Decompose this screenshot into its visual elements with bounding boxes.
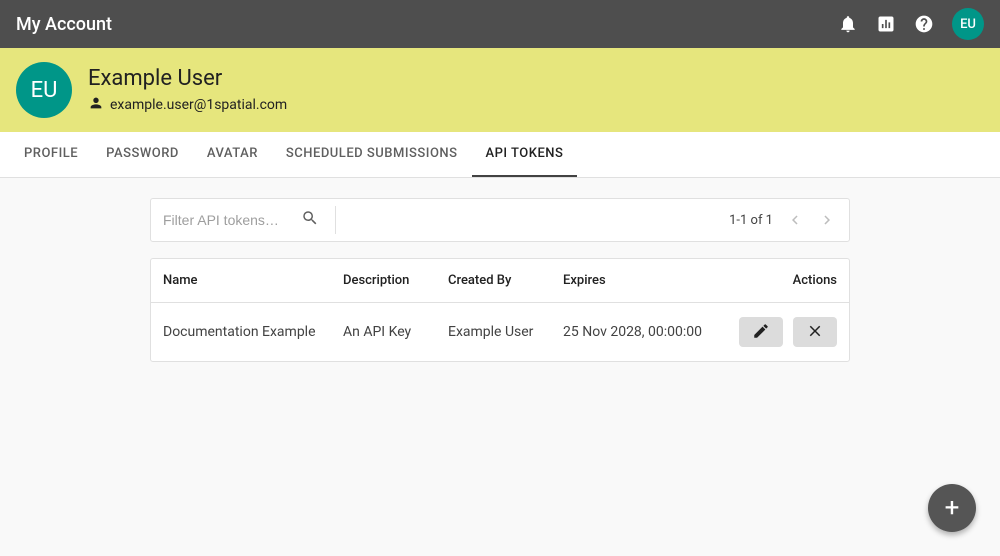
- pagination-text: 1-1 of 1: [729, 213, 773, 228]
- next-page-button[interactable]: [817, 210, 837, 230]
- add-token-fab[interactable]: +: [928, 484, 976, 532]
- tab-avatar[interactable]: Avatar: [193, 132, 272, 177]
- user-info: Example User example.user@1spatial.com: [88, 66, 287, 115]
- table-header: Name Description Created By Expires Acti…: [151, 259, 849, 303]
- tab-password[interactable]: Password: [92, 132, 193, 177]
- edit-button[interactable]: [739, 317, 783, 347]
- cell-actions: [733, 317, 837, 347]
- topbar: My Account EU: [0, 0, 1000, 48]
- content: 1-1 of 1 Name Description Created By Exp…: [0, 178, 1000, 362]
- col-header-expires: Expires: [563, 273, 733, 288]
- filter-wrap: [151, 209, 331, 231]
- table-row: Documentation Example An API Key Example…: [151, 303, 849, 361]
- pagination: 1-1 of 1: [729, 210, 849, 230]
- notifications-icon[interactable]: [838, 14, 858, 34]
- page-title: My Account: [16, 14, 838, 35]
- api-tokens-table: Name Description Created By Expires Acti…: [150, 258, 850, 362]
- user-name: Example User: [88, 66, 287, 91]
- user-email: example.user@1spatial.com: [110, 97, 287, 113]
- dashboard-icon[interactable]: [876, 14, 896, 34]
- user-email-row: example.user@1spatial.com: [88, 95, 287, 115]
- topbar-actions: EU: [838, 8, 984, 40]
- cell-created-by: Example User: [448, 324, 563, 340]
- tab-scheduled-submissions[interactable]: Scheduled Submissions: [272, 132, 472, 177]
- delete-button[interactable]: [793, 317, 837, 347]
- user-banner: EU Example User example.user@1spatial.co…: [0, 48, 1000, 132]
- filter-input[interactable]: [163, 212, 293, 228]
- col-header-actions: Actions: [733, 273, 837, 288]
- person-icon: [88, 95, 104, 115]
- toolbar: 1-1 of 1: [150, 198, 850, 242]
- help-icon[interactable]: [914, 14, 934, 34]
- cell-description: An API Key: [343, 324, 448, 340]
- pencil-icon: [752, 322, 770, 343]
- toolbar-divider: [335, 206, 336, 234]
- tabs: Profile Password Avatar Scheduled Submis…: [0, 132, 1000, 178]
- col-header-created-by: Created By: [448, 273, 563, 288]
- tab-profile[interactable]: Profile: [10, 132, 92, 177]
- user-avatar-large: EU: [16, 62, 72, 118]
- cell-name: Documentation Example: [163, 324, 343, 340]
- prev-page-button[interactable]: [785, 210, 805, 230]
- close-icon: [806, 322, 824, 343]
- cell-expires: 25 Nov 2028, 00:00:00: [563, 324, 733, 340]
- tab-api-tokens[interactable]: API Tokens: [472, 132, 578, 177]
- user-avatar-small[interactable]: EU: [952, 8, 984, 40]
- col-header-name: Name: [163, 273, 343, 288]
- search-icon[interactable]: [301, 209, 319, 231]
- col-header-description: Description: [343, 273, 448, 288]
